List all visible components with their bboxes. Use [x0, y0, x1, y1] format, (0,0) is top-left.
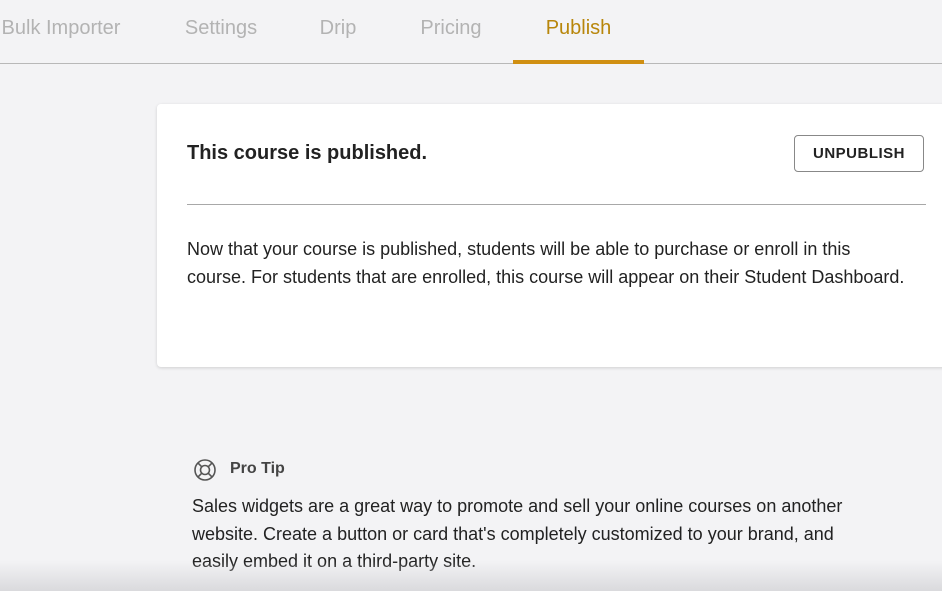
- tab-pricing[interactable]: Pricing: [408, 0, 494, 63]
- lifebuoy-icon: [194, 459, 216, 481]
- tab-drip[interactable]: Drip: [308, 0, 368, 63]
- publish-status-title: This course is published.: [187, 142, 428, 164]
- publish-status-card: This course is published. UNPUBLISH Now …: [157, 104, 942, 367]
- course-tabs-nav: Bulk Importer Settings Drip Pricing Publ…: [0, 0, 942, 64]
- tab-publish[interactable]: Publish: [513, 0, 644, 64]
- pro-tip-text: Sales widgets are a great way to promote…: [192, 496, 843, 571]
- publish-status-description: Now that your course is published, stude…: [187, 239, 905, 287]
- card-divider: [187, 204, 926, 205]
- tab-bulk-importer[interactable]: Bulk Importer: [0, 0, 134, 63]
- unpublish-button[interactable]: UNPUBLISH: [794, 135, 924, 172]
- tab-settings[interactable]: Settings: [172, 0, 270, 63]
- pro-tip-label: Pro Tip: [230, 460, 285, 477]
